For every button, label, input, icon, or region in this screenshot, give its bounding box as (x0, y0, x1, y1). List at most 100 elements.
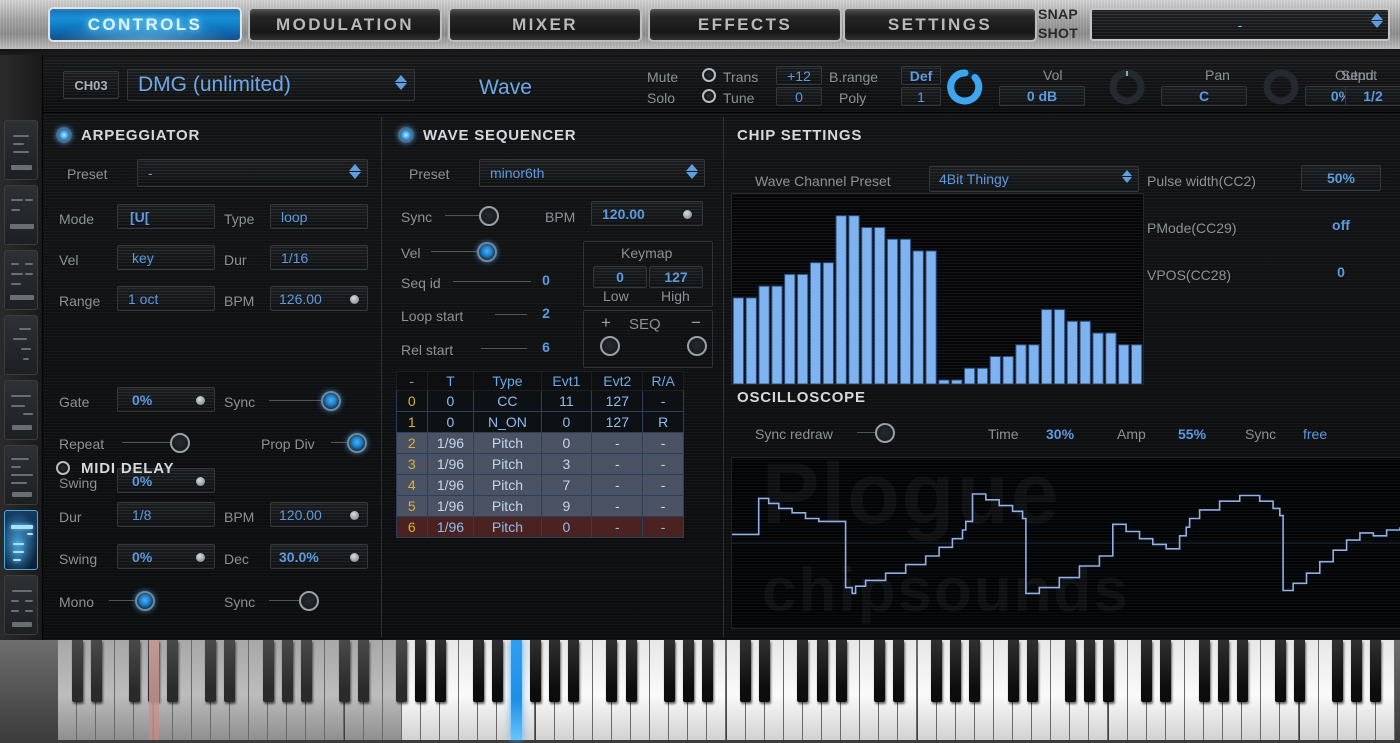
ws-seqid-field[interactable]: 0 (521, 269, 571, 291)
tab-controls[interactable]: CONTROLS (48, 7, 242, 42)
black-key[interactable] (568, 640, 579, 702)
cell-ra[interactable]: - (643, 517, 684, 538)
black-key[interactable] (664, 640, 675, 702)
wave-bar[interactable] (1093, 333, 1103, 384)
arp-swing-indicator-icon[interactable] (196, 477, 205, 486)
wave-bar[interactable] (772, 286, 782, 384)
cell-t[interactable]: 0 (427, 412, 474, 433)
wave-bar[interactable] (785, 274, 795, 384)
wave-preset-spinner-icon[interactable] (1122, 170, 1132, 183)
wave-bar[interactable] (798, 274, 808, 384)
sidebar-item-panel-8[interactable] (4, 575, 38, 635)
wave-bar[interactable] (1016, 345, 1026, 384)
black-key[interactable] (1351, 640, 1362, 702)
cell-type[interactable]: Pitch (474, 454, 541, 475)
patch-spinner-icon[interactable] (395, 75, 407, 90)
midi-delay-enable-toggle[interactable] (56, 461, 70, 475)
cell-evt1[interactable]: 9 (541, 496, 592, 517)
wave-bar[interactable] (862, 227, 872, 384)
black-key[interactable] (263, 640, 274, 702)
table-row[interactable]: 31/96Pitch3-- (397, 454, 684, 475)
cell-idx[interactable]: 1 (397, 412, 428, 433)
cell-idx[interactable]: 4 (397, 475, 428, 496)
black-key[interactable] (626, 640, 637, 702)
black-key[interactable] (702, 640, 713, 702)
channel-number[interactable]: CH03 (63, 71, 119, 99)
black-key[interactable] (1008, 640, 1019, 702)
sidebar-item-panel-1[interactable] (4, 120, 38, 180)
output-value-field[interactable]: 1/2 (1345, 86, 1400, 106)
cell-type[interactable]: CC (474, 391, 541, 412)
black-key[interactable] (1275, 640, 1286, 702)
wave-bar[interactable] (849, 216, 859, 384)
black-key[interactable] (358, 640, 369, 702)
cell-ra[interactable]: - (643, 454, 684, 475)
osc-time-value[interactable]: 30% (1046, 426, 1074, 442)
wave-bar[interactable] (926, 251, 936, 384)
arp-bpm-field[interactable]: 126.00 (270, 286, 368, 311)
seq-add-button[interactable] (600, 336, 620, 356)
table-row[interactable]: 41/96Pitch7-- (397, 475, 684, 496)
ws-bpm-field[interactable]: 120.00 (591, 201, 703, 226)
cell-evt2[interactable]: 127 (592, 391, 643, 412)
tab-modulation[interactable]: MODULATION (248, 7, 442, 42)
sidebar-item-panel-5[interactable] (4, 380, 38, 440)
black-key[interactable] (1027, 640, 1038, 702)
cell-evt2[interactable]: - (592, 433, 643, 454)
md-bpm-field[interactable]: 120.00 (270, 502, 368, 527)
black-key[interactable] (396, 640, 407, 702)
black-key[interactable] (205, 640, 216, 702)
black-key[interactable] (1294, 640, 1305, 702)
black-key[interactable] (1065, 640, 1076, 702)
wave-bar[interactable] (977, 368, 987, 384)
cell-evt1[interactable]: 0 (541, 412, 592, 433)
black-key[interactable] (683, 640, 694, 702)
table-row[interactable]: 21/96Pitch0-- (397, 433, 684, 454)
cell-idx[interactable]: 6 (397, 517, 428, 538)
sync-redraw-toggle[interactable] (875, 423, 895, 443)
sidebar-item-panel-7[interactable] (4, 510, 38, 570)
md-dec-field[interactable]: 30.0% (270, 544, 368, 569)
cell-t[interactable]: 1/96 (427, 517, 474, 538)
black-key[interactable] (969, 640, 980, 702)
cell-ra[interactable]: R (643, 412, 684, 433)
cell-t[interactable]: 0 (427, 391, 474, 412)
table-row[interactable]: 00CC11127- (397, 391, 684, 412)
pmode-field[interactable]: off (1301, 212, 1381, 238)
arp-repeat-toggle[interactable] (170, 433, 190, 453)
black-key[interactable] (836, 640, 847, 702)
black-key[interactable] (1332, 640, 1343, 702)
cell-evt1[interactable]: 7 (541, 475, 592, 496)
black-key[interactable] (549, 640, 560, 702)
arp-preset-selector[interactable]: - (137, 159, 368, 187)
oscilloscope-display[interactable]: Ploguechipsounds (731, 457, 1400, 629)
black-key[interactable] (606, 640, 617, 702)
cell-ra[interactable]: - (643, 496, 684, 517)
snapshot-spinner-icon[interactable] (1371, 13, 1383, 28)
cell-type[interactable]: Pitch (474, 517, 541, 538)
keymap-low-field[interactable]: 0 (593, 266, 647, 288)
osc-sync-value[interactable]: free (1303, 426, 1327, 442)
md-sync-toggle[interactable] (299, 591, 319, 611)
cell-evt2[interactable]: - (592, 475, 643, 496)
sequencer-table[interactable]: - T Type Evt1 Evt2 R/A 00CC11127-10N_ON0… (396, 371, 684, 538)
ws-vel-toggle[interactable] (477, 242, 497, 262)
black-key[interactable] (72, 640, 83, 702)
ws-preset-spinner-icon[interactable] (686, 164, 698, 179)
black-key[interactable] (1370, 640, 1381, 702)
table-row[interactable]: 61/96Pitch0-- (397, 517, 684, 538)
solo-toggle[interactable] (702, 89, 716, 103)
wave-bar[interactable] (1042, 310, 1052, 384)
black-key[interactable] (1218, 640, 1229, 702)
arp-sync-toggle[interactable] (321, 391, 341, 411)
keymap-high-field[interactable]: 127 (649, 266, 703, 288)
sidebar-item-panel-3[interactable] (4, 250, 38, 310)
wave-bar[interactable] (1003, 357, 1013, 384)
wave-bar[interactable] (746, 298, 756, 384)
ws-bpm-indicator-icon[interactable] (683, 210, 692, 219)
ws-sync-toggle[interactable] (479, 206, 499, 226)
wave-bar[interactable] (733, 298, 743, 384)
arp-type-field[interactable]: loop (270, 204, 368, 229)
tune-value-field[interactable]: 0 (776, 87, 822, 106)
black-key[interactable] (817, 640, 828, 702)
